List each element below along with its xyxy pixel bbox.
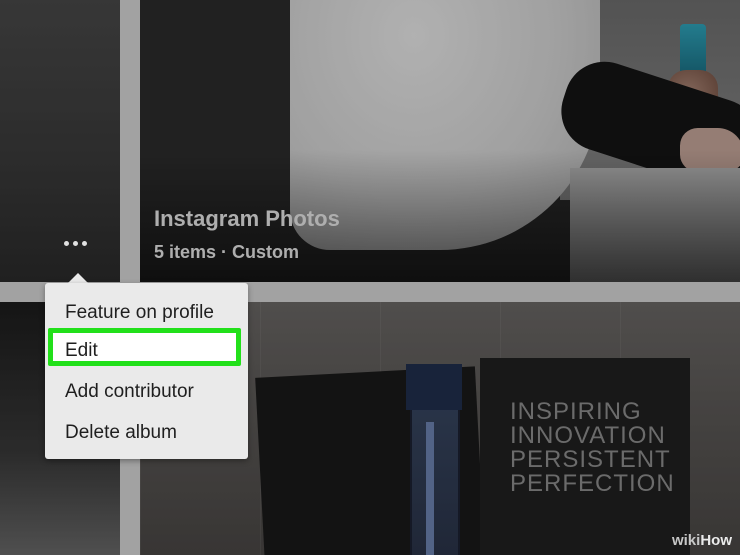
dot — [64, 240, 69, 246]
album-tile-left[interactable] — [0, 0, 120, 282]
dot — [73, 240, 78, 246]
menu-item-feature-on-profile[interactable]: Feature on profile — [65, 302, 214, 324]
more-options-icon[interactable] — [64, 236, 92, 250]
menu-item-add-contributor[interactable]: Add contributor — [65, 381, 194, 403]
dot — [82, 240, 87, 246]
watermark-wiki: wiki — [671, 532, 701, 549]
photo-candle-holder — [680, 24, 706, 76]
album-cover-instagram[interactable] — [140, 0, 740, 282]
album-options-menu: Feature on profile Edit Add contributor … — [45, 283, 248, 459]
menu-caret — [68, 273, 88, 283]
photo-cable-tie-stripe — [426, 422, 434, 555]
album-meta: 5 items · Custom — [154, 242, 300, 262]
photo-cable-tie-label — [406, 364, 462, 410]
menu-item-delete-album[interactable]: Delete album — [65, 422, 177, 444]
watermark: wikiHow — [672, 532, 732, 549]
album-title[interactable]: Instagram Photos — [154, 206, 340, 232]
notebook-cover-text: INSPIRING INNOVATION PERSISTENT PERFECTI… — [510, 398, 675, 497]
menu-item-edit[interactable]: Edit — [65, 340, 98, 362]
watermark-how: How — [700, 532, 732, 549]
